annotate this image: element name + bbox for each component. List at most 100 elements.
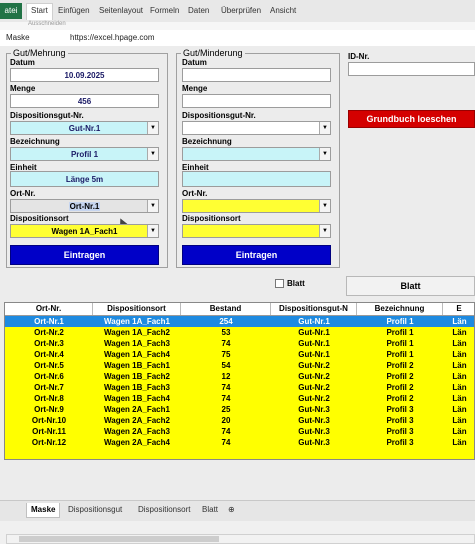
table-cell: Profil 2 <box>386 394 414 403</box>
dropdown-arrow-icon[interactable]: ▼ <box>147 148 158 160</box>
table-row[interactable]: Ort-Nr.4 Wagen 1A_Fach4 75 Gut-Nr.1 Profil 1… <box>5 349 474 360</box>
table-cell: Gut-Nr.1 <box>298 350 330 359</box>
blatt-checkbox-label: Blatt <box>287 279 305 288</box>
table-row[interactable]: Ort-Nr.2 Wagen 1A_Fach2 53 Gut-Nr.1 Profil 1… <box>5 327 474 338</box>
dropdown-arrow-icon[interactable]: ▼ <box>147 200 158 212</box>
tab-seitenlayout[interactable]: Seitenlayout <box>99 6 143 15</box>
dropdown-arrow-icon[interactable]: ▼ <box>147 122 158 134</box>
tab-einfuegen[interactable]: Einfügen <box>58 6 90 15</box>
table-row[interactable]: Ort-Nr.11 Wagen 2A_Fach3 74 Gut-Nr.3 Profil … <box>5 426 474 437</box>
table-cell: 74 <box>221 438 231 447</box>
table-row[interactable]: Ort-Nr.5 Wagen 1B_Fach1 54 Gut-Nr.2 Profil 2… <box>5 360 474 371</box>
table-cell: Gut-Nr.2 <box>298 394 330 403</box>
minderung-dispoort-combobox[interactable]: ▼ <box>182 224 331 238</box>
horizontal-scrollbar[interactable] <box>6 534 475 544</box>
mehrung-eintragen-button[interactable]: Eintragen <box>10 245 159 265</box>
mehrung-dispogut-label: Dispositionsgut-Nr. <box>10 111 84 120</box>
tab-ueberpruefen[interactable]: Überprüfen <box>221 6 261 15</box>
table-row[interactable]: Ort-Nr.6 Wagen 1B_Fach2 12 Gut-Nr.2 Profil 2… <box>5 371 474 382</box>
mehrung-dispoort-combobox[interactable]: Wagen 1A_Fach1 ▼ <box>10 224 159 238</box>
table-cell: Ort-Nr.4 <box>34 350 64 359</box>
inventory-listbox[interactable]: Ort-Nr. Dispositionsort Bestand Disposit… <box>4 302 475 460</box>
table-cell: 53 <box>221 328 231 337</box>
add-sheet-icon[interactable]: ⊕ <box>224 503 239 517</box>
grundbuch-loeschen-button[interactable]: Grundbuch loeschen <box>348 110 475 128</box>
table-cell: Gut-Nr.1 <box>298 317 330 326</box>
column-header: Bezeichnung <box>357 303 443 315</box>
mehrung-menge-label: Menge <box>10 84 36 93</box>
table-cell: Gut-Nr.3 <box>298 438 330 447</box>
tab-start[interactable]: Start <box>26 3 53 20</box>
dropdown-arrow-icon[interactable]: ▼ <box>319 200 330 212</box>
dropdown-arrow-icon[interactable]: ▼ <box>147 225 158 237</box>
table-cell: Wagen 1A_Fach4 <box>104 350 170 359</box>
table-cell: Profil 1 <box>386 339 414 348</box>
table-cell: 74 <box>221 383 231 392</box>
table-row[interactable]: Ort-Nr.9 Wagen 2A_Fach1 25 Gut-Nr.3 Profil 3… <box>5 404 474 415</box>
column-header: Dispositionsgut-N <box>271 303 357 315</box>
table-cell: Gut-Nr.2 <box>298 372 330 381</box>
file-tab[interactable]: atei <box>0 3 22 19</box>
table-cell: Profil 2 <box>386 383 414 392</box>
table-cell: Län <box>452 372 467 381</box>
minderung-ort-combobox[interactable]: ▼ <box>182 199 331 213</box>
mehrung-menge-field[interactable]: 456 <box>10 94 159 108</box>
sheet-tab-dispositionsgut[interactable]: Dispositionsgut <box>64 503 126 517</box>
minderung-datum-field[interactable] <box>182 68 331 82</box>
sheet-tab-dispositionsort[interactable]: Dispositionsort <box>134 503 194 517</box>
cut-command[interactable]: Ausschneiden <box>28 21 66 27</box>
column-header: Ort-Nr. <box>5 303 93 315</box>
table-cell: Wagen 1B_Fach4 <box>104 394 170 403</box>
dropdown-arrow-icon[interactable]: ▼ <box>319 122 330 134</box>
dropdown-arrow-icon[interactable]: ▼ <box>319 225 330 237</box>
scrollbar-thumb[interactable] <box>19 536 219 542</box>
minderung-bezeichnung-combobox[interactable]: ▼ <box>182 147 331 161</box>
minderung-menge-field[interactable] <box>182 94 331 108</box>
table-cell: Ort-Nr.10 <box>31 416 67 425</box>
minderung-dispogut-combobox[interactable]: ▼ <box>182 121 331 135</box>
table-row[interactable]: Ort-Nr.1 Wagen 1A_Fach1 254 Gut-Nr.1 Profil … <box>5 316 474 327</box>
table-cell: Profil 1 <box>386 317 414 326</box>
table-row[interactable]: Ort-Nr.12 Wagen 2A_Fach4 74 Gut-Nr.3 Profil … <box>5 437 474 448</box>
minderung-einheit-field[interactable] <box>182 171 331 187</box>
mehrung-ort-combobox[interactable]: Ort-Nr.1 ▼ <box>10 199 159 213</box>
table-row[interactable]: Ort-Nr.3 Wagen 1A_Fach3 74 Gut-Nr.1 Profil 1… <box>5 338 474 349</box>
table-cell: Profil 1 <box>386 328 414 337</box>
minderung-eintragen-button[interactable]: Eintragen <box>182 245 331 265</box>
blatt-button[interactable]: Blatt <box>346 276 475 296</box>
table-cell: Profil 2 <box>386 372 414 381</box>
table-row[interactable]: Ort-Nr.7 Wagen 1B_Fach3 74 Gut-Nr.2 Profil 2… <box>5 382 474 393</box>
mehrung-einheit-field[interactable]: Länge 5m <box>10 171 159 187</box>
dropdown-arrow-icon[interactable]: ▼ <box>319 148 330 160</box>
sheet-tab-maske[interactable]: Maske <box>26 503 61 518</box>
table-cell: Wagen 1A_Fach3 <box>104 339 170 348</box>
table-cell: Län <box>452 328 467 337</box>
table-cell: 12 <box>221 372 231 381</box>
table-cell: 20 <box>221 416 231 425</box>
table-cell: Län <box>452 361 467 370</box>
mehrung-bezeichnung-label: Bezeichnung <box>10 137 60 146</box>
table-cell: Län <box>452 416 467 425</box>
table-header: Ort-Nr. Dispositionsort Bestand Disposit… <box>5 303 474 316</box>
table-cell: Län <box>452 405 467 414</box>
mehrung-dispoort-label: Dispositionsort <box>10 214 69 223</box>
sheet-tab-blatt[interactable]: Blatt <box>198 503 222 517</box>
id-field[interactable] <box>348 62 475 76</box>
mehrung-dispogut-combobox[interactable]: Gut-Nr.1 ▼ <box>10 121 159 135</box>
minderung-menge-label: Menge <box>182 84 208 93</box>
mehrung-title: Gut/Mehrung <box>13 48 66 58</box>
blatt-checkbox[interactable] <box>275 279 284 288</box>
table-row[interactable]: Ort-Nr.8 Wagen 1B_Fach4 74 Gut-Nr.2 Profil 2… <box>5 393 474 404</box>
table-cell: Profil 3 <box>386 438 414 447</box>
tab-daten[interactable]: Daten <box>188 6 209 15</box>
tab-formeln[interactable]: Formeln <box>150 6 179 15</box>
mehrung-dispogut-value: Gut-Nr.1 <box>68 124 101 133</box>
table-cell: Wagen 1A_Fach1 <box>104 317 170 326</box>
mehrung-bezeichnung-combobox[interactable]: Profil 1 ▼ <box>10 147 159 161</box>
table-row[interactable]: Ort-Nr.10 Wagen 2A_Fach2 20 Gut-Nr.3 Profil … <box>5 415 474 426</box>
column-header: E <box>443 303 474 315</box>
table-cell: Ort-Nr.1 <box>34 317 64 326</box>
table-cell: Län <box>452 427 467 436</box>
mehrung-datum-field[interactable]: 10.09.2025 <box>10 68 159 82</box>
tab-ansicht[interactable]: Ansicht <box>270 6 296 15</box>
